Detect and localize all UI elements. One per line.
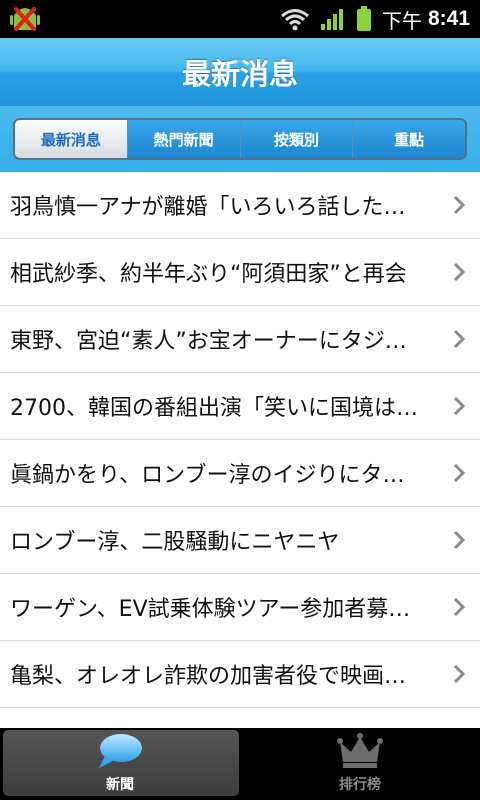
status-indicators: 下午 8:41 xyxy=(280,0,470,38)
title-bar: 最新消息 xyxy=(0,38,480,106)
news-headline: 羽鳥慎一アナが離婚「いろいろ話した… xyxy=(10,195,406,220)
tab-hot-news[interactable]: 熱門新聞 xyxy=(126,120,240,158)
news-headline: 亀梨、オレオレ詐欺の加害者役で映画… xyxy=(10,664,407,689)
chevron-right-icon xyxy=(453,463,466,483)
list-item[interactable]: 東野、宮迫“素人”お宝オーナーにタジ… xyxy=(0,306,480,373)
news-headline: 眞鍋かをり、ロンブー淳のイジりにタ… xyxy=(10,463,405,488)
tab-news[interactable]: 新聞 xyxy=(0,728,240,800)
tab-highlights[interactable]: 重點 xyxy=(352,120,465,158)
chevron-right-icon xyxy=(453,530,466,550)
tab-news-label: 新聞 xyxy=(106,777,134,793)
chevron-right-icon xyxy=(453,396,466,416)
time-period: 下午 xyxy=(381,8,422,33)
status-bar: 下午 8:41 xyxy=(0,0,480,38)
news-headline: ロンブー淳、二股騒動にニヤニヤ xyxy=(10,530,340,555)
speech-bubble-icon xyxy=(99,734,142,768)
list-item[interactable]: 眞鍋かをり、ロンブー淳のイジりにタ… xyxy=(0,440,480,507)
page-title: 最新消息 xyxy=(181,57,298,91)
tab-by-category[interactable]: 按類別 xyxy=(239,120,353,158)
battery-icon xyxy=(356,6,371,31)
list-item[interactable]: 相武紗季、約半年ぶり“阿須田家”と再会 xyxy=(0,239,480,306)
news-headline: 2700、韓国の番組出演「笑いに国境は… xyxy=(10,396,418,421)
android-debug-icon xyxy=(10,7,40,31)
news-headline: 東野、宮迫“素人”お宝オーナーにタジ… xyxy=(10,329,407,354)
chevron-right-icon xyxy=(453,329,466,349)
chevron-right-icon xyxy=(453,597,466,617)
crown-icon xyxy=(337,733,383,768)
clock: 8:41 xyxy=(427,7,470,30)
news-headline: 相武紗季、約半年ぶり“阿須田家”と再会 xyxy=(10,262,407,287)
list-item[interactable]: 亀梨、オレオレ詐欺の加害者役で映画… xyxy=(0,641,480,708)
list-item[interactable]: ワーゲン、EV試乗体験ツアー参加者募… xyxy=(0,574,480,641)
chevron-right-icon xyxy=(453,195,466,215)
wifi-icon xyxy=(281,9,309,31)
list-item[interactable]: 羽鳥慎一アナが離婚「いろいろ話した… xyxy=(0,172,480,239)
news-headline: ワーゲン、EV試乗体験ツアー参加者募… xyxy=(10,597,411,622)
tab-ranking[interactable]: 排行榜 xyxy=(240,728,480,800)
news-list: 羽鳥慎一アナが離婚「いろいろ話した… 相武紗季、約半年ぶり“阿須田家”と再会 東… xyxy=(0,172,480,728)
tab-latest-news[interactable]: 最新消息 xyxy=(15,120,127,158)
bottom-tab-bar: 新聞 排行榜 xyxy=(0,728,480,800)
chevron-right-icon xyxy=(453,664,466,684)
list-item[interactable]: ロンブー淳、二股騒動にニヤニヤ xyxy=(0,507,480,574)
segment-bar: 最新消息 熱門新聞 按類別 重點 xyxy=(0,106,480,172)
tab-ranking-label: 排行榜 xyxy=(339,777,381,793)
list-item[interactable]: 2700、韓国の番組出演「笑いに国境は… xyxy=(0,373,480,440)
chevron-right-icon xyxy=(453,262,466,282)
segmented-control: 最新消息 熱門新聞 按類別 重點 xyxy=(13,118,467,160)
signal-icon xyxy=(320,9,343,30)
